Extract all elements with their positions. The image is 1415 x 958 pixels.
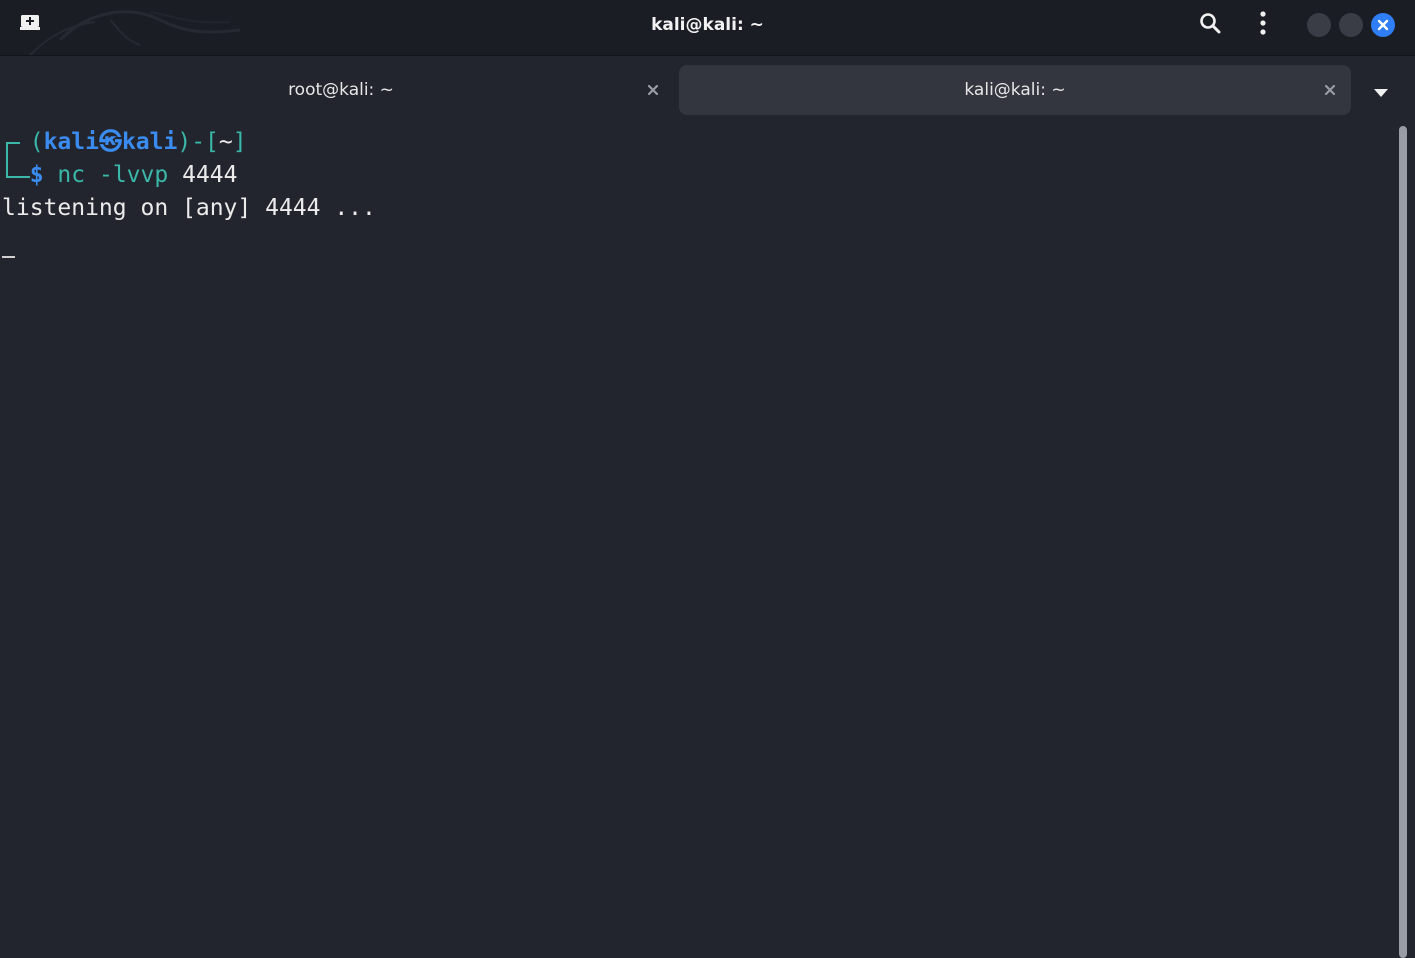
command-line: $ nc -lvvp 4444 [2,159,238,192]
close-window-button[interactable] [1371,13,1395,37]
kebab-menu-icon [1259,11,1267,39]
tab-bar: root@kali: ~ kali@kali: ~ [0,56,1415,122]
maximize-button[interactable] [1339,13,1363,37]
vertical-scrollbar[interactable] [1398,126,1410,958]
tab-kali[interactable]: kali@kali: ~ [679,65,1351,115]
menu-button[interactable] [1248,10,1278,40]
prompt-line: (kali㉿kali)-[~] [2,126,247,159]
prompt-close: )-[ [177,129,219,155]
output-line: listening on [any] 4444 ... [2,195,376,221]
tab-close-button[interactable] [640,77,666,103]
background-watermark [0,122,1398,958]
prompt-separator: ㉿ [98,129,122,155]
prompt-open: ( [29,129,44,155]
command-program: nc [57,162,86,188]
tab-close-icon [647,81,659,100]
header-bar: kali@kali: ~ [0,0,1415,56]
prompt-symbol: $ [29,162,44,188]
prompt-end: ] [232,129,247,155]
new-tab-icon [20,14,40,36]
terminal-window: kali@kali: ~ root@kali: ~ kali@kali: ~ (… [0,0,1415,958]
prompt-host: kali [121,129,178,155]
tab-label: root@kali: ~ [288,80,394,100]
scrollbar-thumb[interactable] [1399,126,1407,958]
command-args: -lvvp [98,162,169,188]
close-icon [1377,16,1389,35]
tab-close-button[interactable] [1317,77,1343,103]
search-button[interactable] [1195,10,1225,40]
tab-label: kali@kali: ~ [964,80,1066,100]
prompt-dir: ~ [218,129,233,155]
prompt-user: kali [43,129,99,155]
terminal-output[interactable]: (kali㉿kali)-[~] $ nc -lvvp 4444 listenin… [0,122,1398,958]
tab-close-icon [1324,81,1336,100]
tab-root[interactable]: root@kali: ~ [8,65,674,115]
new-tab-button[interactable] [14,11,46,39]
minimize-button[interactable] [1307,13,1331,37]
text-cursor [2,256,15,258]
command-port: 4444 [182,162,238,188]
tab-list-button[interactable] [1366,76,1396,106]
chevron-down-icon [1374,82,1388,101]
search-icon [1199,12,1221,38]
